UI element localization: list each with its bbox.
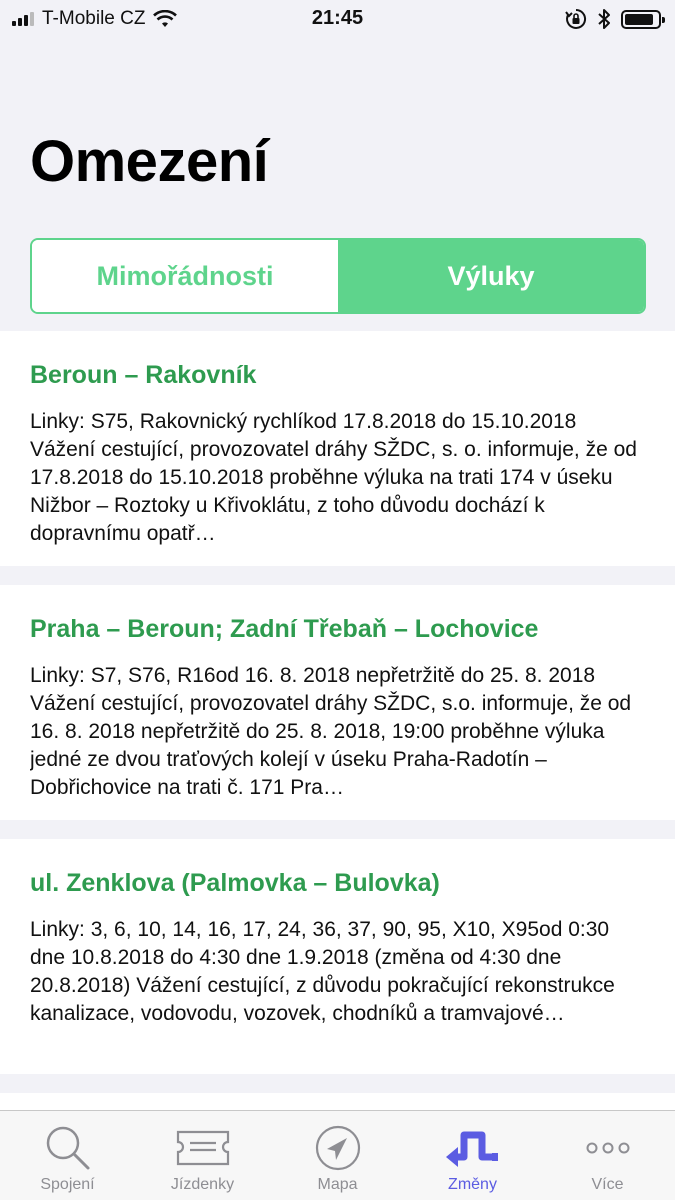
search-icon — [46, 1126, 89, 1170]
list-item[interactable]: Beroun – Rakovník Linky: S75, Rakovnický… — [0, 331, 675, 566]
tab-spojeni[interactable]: Spojení — [0, 1111, 135, 1200]
battery-icon — [621, 9, 665, 29]
list-item-body: Linky: 3, 6, 10, 14, 16, 17, 24, 36, 37,… — [30, 918, 615, 1025]
page-title: Omezení — [30, 129, 269, 194]
segment-vyluky[interactable]: Výluky — [338, 240, 644, 312]
list-item-title: ul. Zenklova (Palmovka – Bulovka) — [30, 869, 440, 897]
list-item-body: Linky: S75, Rakovnický rychlíkod 17.8.20… — [30, 410, 637, 545]
segmented-control: Mimořádnosti Výluky — [30, 238, 646, 314]
restrictions-list: Beroun – Rakovník Linky: S75, Rakovnický… — [0, 331, 675, 1133]
list-item-title: Beroun – Rakovník — [30, 361, 257, 389]
orientation-lock-icon — [565, 8, 587, 29]
tab-label: Více — [591, 1176, 624, 1193]
tab-jizdenky[interactable]: Jízdenky — [135, 1111, 270, 1200]
more-icon — [586, 1142, 629, 1154]
tab-vice[interactable]: Více — [540, 1111, 675, 1200]
tab-label: Mapa — [317, 1176, 358, 1193]
bluetooth-icon — [598, 9, 610, 29]
status-bar: T-Mobile CZ 21:45 — [0, 0, 675, 40]
ticket-icon — [176, 1130, 229, 1166]
tab-label: Jízdenky — [170, 1176, 235, 1193]
tab-bar: Spojení Jízdenky Mapa Změny Více — [0, 1110, 675, 1200]
changes-icon — [445, 1131, 498, 1167]
tab-zmeny[interactable]: Změny — [405, 1111, 540, 1200]
tab-label: Změny — [448, 1176, 497, 1193]
list-item-title: Praha – Beroun; Zadní Třebaň – Lochovice — [30, 615, 539, 643]
list-item[interactable]: Praha – Beroun; Zadní Třebaň – Lochovice… — [0, 585, 675, 820]
tab-mapa[interactable]: Mapa — [270, 1111, 405, 1200]
list-item-body: Linky: S7, S76, R16od 16. 8. 2018 nepřet… — [30, 664, 632, 799]
tab-label: Spojení — [40, 1176, 95, 1193]
status-right — [565, 8, 665, 30]
segment-mimoradnosti[interactable]: Mimořádnosti — [32, 240, 338, 312]
map-compass-icon — [315, 1125, 360, 1171]
list-item[interactable]: ul. Zenklova (Palmovka – Bulovka) Linky:… — [0, 839, 675, 1074]
